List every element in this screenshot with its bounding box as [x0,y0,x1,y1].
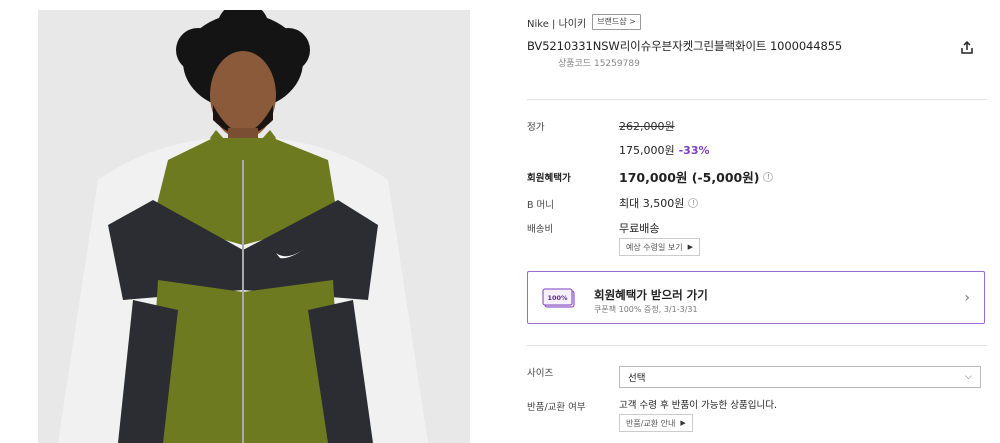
shipping-value-text: 무료배송 [619,222,660,235]
ticket-text: 100% [547,294,568,302]
member-benefit-banner[interactable]: 100% 회원혜택가 받으러 가기 쿠폰팩 100% 증정, 3/1-3/31 … [527,271,985,324]
divider [527,99,987,100]
info-icon[interactable]: ! [763,171,774,182]
return-policy-text: 고객 수령 후 반품이 가능한 상품입니다. [619,400,777,411]
size-selected-value: 선택 [628,373,646,384]
bmoney-row: 최대 3,500원 ! [619,195,699,211]
member-price-row: 170,000원 (-5,000원) ! [619,167,774,186]
brand-name-link[interactable]: Nike | 나이키 [527,15,586,30]
product-photo-illustration [38,10,470,443]
size-select[interactable]: 선택 ⌵ [619,366,981,388]
return-guide-button[interactable]: 반품/교환 안내 ▶ [619,414,693,432]
original-price-value: 262,000원 [619,120,675,133]
play-arrow-icon: ▶ [680,419,686,427]
member-price: 170,000원 (-5,000원) [619,170,760,185]
brand-row: Nike | 나이키 브랜드샵 > [527,14,641,30]
shipping-label: 배송비 [527,224,554,235]
product-image[interactable] [38,10,470,443]
product-title: BV5210331NSW리이슈우븐자켓그린블랙화이트 1000044855 [527,39,843,53]
bmoney-label: B 머니 [527,200,555,211]
benefit-title: 회원혜택가 받으러 가기 [594,288,708,302]
return-guide-label: 반품/교환 안내 [626,418,676,428]
expected-delivery-label: 예상 수령일 보기 [626,242,683,252]
original-price: 262,000원 [619,118,675,134]
shipping-value: 무료배송 [619,220,659,236]
return-policy: 고객 수령 후 반품이 가능한 상품입니다. [619,397,777,411]
share-icon[interactable] [959,40,975,56]
return-label: 반품/교환 여부 [527,402,586,413]
product-code: 상품코드 15259789 [558,59,640,69]
coupon-ticket-icon: 100% [542,287,576,309]
chevron-down-icon: ⌵ [965,372,972,382]
bmoney-value: 최대 3,500원 [619,197,685,210]
size-label: 사이즈 [527,368,554,379]
chevron-right-icon: › [964,290,970,306]
discount-rate: -33% [678,143,710,157]
play-arrow-icon: ▶ [687,243,693,251]
price-label: 정가 [527,122,545,133]
benefit-subtitle: 쿠폰팩 100% 증정, 3/1-3/31 [594,305,698,314]
divider [527,345,987,346]
member-price-label: 회원혜택가 [527,173,571,184]
sale-price: 175,000원 [619,144,675,157]
info-icon[interactable]: ! [688,198,699,208]
brand-shop-button[interactable]: 브랜드샵 > [592,14,641,30]
expected-delivery-button[interactable]: 예상 수령일 보기 ▶ [619,238,700,256]
product-info-panel: Nike | 나이키 브랜드샵 > BV5210331NSW리이슈우븐자켓그린블… [527,0,987,443]
sale-price-row: 175,000원 -33% [619,142,710,158]
